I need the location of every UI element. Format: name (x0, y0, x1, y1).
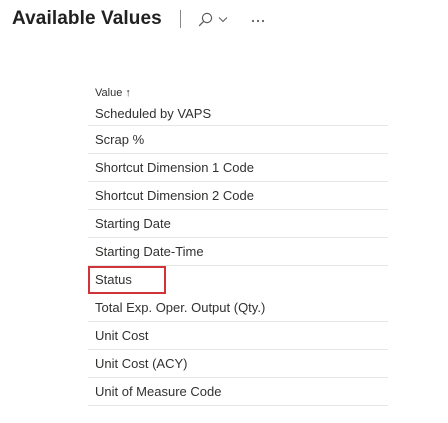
column-header-value[interactable]: Value ↑ (88, 84, 388, 102)
values-list: Value ↑ Scheduled by VAPS Scrap % Shortc… (88, 84, 388, 406)
list-item-label: Unit of Measure Code (95, 384, 222, 399)
more-icon (251, 10, 265, 28)
list-item-label: Starting Date-Time (95, 244, 204, 259)
list-item-label: Starting Date (95, 216, 171, 231)
search-button[interactable] (195, 7, 231, 31)
list-item-label: Unit Cost (95, 328, 149, 343)
search-icon (198, 12, 213, 27)
list-item-label: Shortcut Dimension 1 Code (95, 160, 254, 175)
list-item-label: Unit Cost (ACY) (95, 356, 188, 371)
list-item-selected[interactable]: Status (88, 266, 166, 294)
list-item-label: Scrap % (95, 132, 145, 147)
chevron-down-icon (218, 16, 228, 23)
list-item[interactable]: Unit Cost (88, 322, 388, 350)
list-item[interactable]: Total Exp. Oper. Output (Qty.) (88, 294, 388, 322)
list-item-label: Shortcut Dimension 2 Code (95, 188, 254, 203)
page-header: Available Values (12, 6, 265, 32)
list-item[interactable]: Starting Date (88, 210, 388, 238)
more-options-button[interactable] (251, 7, 265, 31)
list-item[interactable]: Unit of Measure Code (88, 378, 388, 406)
list-item-label: Total Exp. Oper. Output (Qty.) (95, 300, 266, 315)
list-item[interactable]: Scheduled by VAPS (88, 102, 388, 126)
column-header-label: Value (95, 87, 123, 99)
sort-ascending-icon: ↑ (125, 87, 131, 99)
page-title: Available Values (12, 8, 162, 29)
header-divider (179, 10, 181, 28)
list-item[interactable]: Starting Date-Time (88, 238, 388, 266)
list-item[interactable]: Shortcut Dimension 1 Code (88, 154, 388, 182)
list-item[interactable]: Scrap % (88, 126, 388, 154)
list-item[interactable]: Unit Cost (ACY) (88, 350, 388, 378)
list-item-label: Status (95, 272, 132, 287)
list-item-label: Scheduled by VAPS (95, 106, 212, 121)
list-item[interactable]: Shortcut Dimension 2 Code (88, 182, 388, 210)
